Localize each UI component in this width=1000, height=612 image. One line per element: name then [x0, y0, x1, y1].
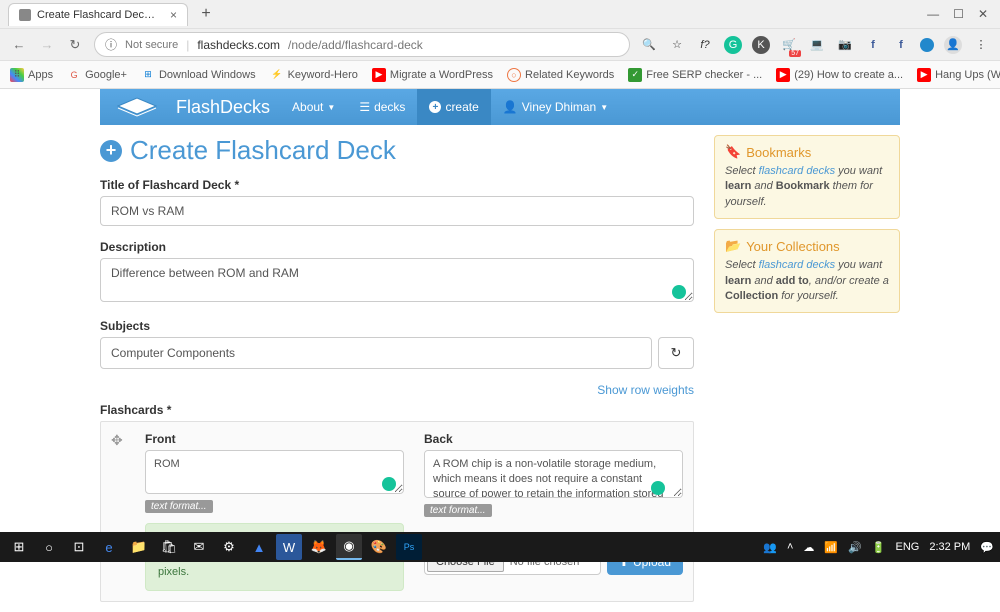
notifications-icon[interactable]: 💬: [980, 541, 994, 554]
row-weights-link[interactable]: Show row weights: [100, 383, 694, 397]
tray-up-icon[interactable]: ˄: [787, 541, 793, 553]
browser-tab[interactable]: Create Flashcard Deck | FlashDe... ×: [8, 3, 188, 26]
lang-indicator[interactable]: ENG: [895, 541, 919, 553]
desc-label: Description: [100, 240, 694, 254]
cortana-button[interactable]: ○: [36, 534, 62, 560]
volume-icon[interactable]: 🔊: [848, 541, 862, 554]
search-icon[interactable]: 🔍: [640, 36, 658, 54]
bookmark-related[interactable]: ○Related Keywords: [507, 68, 614, 82]
subjects-label: Subjects: [100, 319, 694, 333]
ext-camera-icon[interactable]: 📷: [836, 36, 854, 54]
new-tab-button[interactable]: +: [196, 5, 216, 23]
plus-circle-icon: +: [100, 140, 122, 162]
list-icon: ☰: [359, 100, 370, 114]
nav-create[interactable]: +create: [417, 89, 490, 125]
title-input[interactable]: [100, 196, 694, 226]
edge-icon[interactable]: e: [96, 534, 122, 560]
bookmarks-panel: 🔖Bookmarks Select flashcard decks you wa…: [714, 135, 900, 219]
start-button[interactable]: ⊞: [6, 534, 32, 560]
bookmark-windows[interactable]: ⊞Download Windows: [141, 68, 256, 82]
bookmark-howto[interactable]: ▶(29) How to create a...: [776, 68, 903, 82]
explorer-icon[interactable]: 📁: [126, 534, 152, 560]
title-label: Title of Flashcard Deck *: [100, 178, 694, 192]
user-icon: 👤: [503, 100, 518, 114]
close-window-button[interactable]: ✕: [978, 7, 988, 21]
back-text-format-button[interactable]: text format...: [424, 504, 492, 517]
ext-devices-icon[interactable]: 💻: [808, 36, 826, 54]
bookmark-google[interactable]: GGoogle+: [67, 68, 127, 82]
paint-icon[interactable]: 🎨: [366, 534, 392, 560]
maximize-button[interactable]: ☐: [953, 7, 964, 21]
grammarly-ext-icon[interactable]: G: [724, 36, 742, 54]
nav-decks[interactable]: ☰decks: [347, 89, 417, 125]
word-icon[interactable]: W: [276, 534, 302, 560]
back-button[interactable]: ←: [10, 36, 28, 54]
minimize-button[interactable]: —: [927, 7, 939, 21]
ext-cart-icon[interactable]: 🛒57: [780, 36, 798, 54]
ext-k-icon[interactable]: K: [752, 36, 770, 54]
task-view-button[interactable]: ⊡: [66, 534, 92, 560]
star-icon[interactable]: ☆: [668, 36, 686, 54]
refresh-subjects-button[interactable]: ↻: [658, 337, 694, 369]
back-textarea[interactable]: A ROM chip is a non-volatile storage med…: [424, 450, 683, 498]
page-title: Create Flashcard Deck: [130, 135, 396, 166]
brand[interactable]: FlashDecks: [174, 97, 280, 118]
ext-fb2-icon[interactable]: f: [892, 36, 910, 54]
front-textarea[interactable]: ROM: [145, 450, 404, 494]
people-icon[interactable]: 👥: [763, 541, 777, 554]
store-icon[interactable]: 🛍: [156, 534, 182, 560]
bookmark-apps[interactable]: ⠿Apps: [10, 68, 53, 82]
url-path: /node/add/flashcard-deck: [288, 38, 423, 52]
clock[interactable]: 2:32 PM: [929, 541, 970, 553]
drag-handle[interactable]: ✥: [111, 432, 125, 591]
ext-blue-icon[interactable]: [920, 38, 934, 52]
close-tab-icon[interactable]: ×: [170, 8, 177, 22]
flashcard-decks-link-2[interactable]: flashcard decks: [759, 259, 835, 271]
grammarly-icon[interactable]: [382, 477, 396, 491]
address-bar[interactable]: ⓘ Not secure | flashdecks.com/node/add/f…: [94, 32, 630, 57]
subjects-input[interactable]: [100, 337, 652, 369]
bookmark-icon: 🔖: [725, 144, 741, 160]
favicon: [19, 9, 31, 21]
avatar[interactable]: 👤: [944, 36, 962, 54]
chrome-icon[interactable]: ◉: [336, 534, 362, 560]
onedrive-icon[interactable]: ☁: [803, 541, 814, 554]
firefox-icon[interactable]: 🦊: [306, 534, 332, 560]
plus-icon: +: [429, 101, 441, 113]
front-text-format-button[interactable]: text format...: [145, 500, 213, 513]
back-label: Back: [424, 432, 683, 446]
collections-panel: 📂Your Collections Select flashcard decks…: [714, 229, 900, 313]
flashcard-decks-link[interactable]: flashcard decks: [759, 165, 835, 177]
front-label: Front: [145, 432, 404, 446]
menu-icon[interactable]: ⋮: [972, 36, 990, 54]
bookmark-serp[interactable]: ✓Free SERP checker - ...: [628, 68, 762, 82]
forward-button[interactable]: →: [38, 36, 56, 54]
bookmark-keyword[interactable]: ⚡Keyword-Hero: [270, 68, 358, 82]
site-logo[interactable]: [100, 94, 174, 121]
ext-fb-icon[interactable]: f: [864, 36, 882, 54]
bookmark-hangups[interactable]: ▶Hang Ups (Want You: [917, 68, 1000, 82]
battery-icon[interactable]: 🔋: [872, 541, 886, 554]
security-label: Not secure: [125, 39, 178, 51]
nav-about[interactable]: About ▼: [280, 89, 347, 125]
info-icon: ⓘ: [105, 36, 117, 53]
mail-icon[interactable]: ✉: [186, 534, 212, 560]
ads-icon[interactable]: ▲: [246, 534, 272, 560]
nav-user[interactable]: 👤Viney Dhiman ▼: [491, 89, 620, 125]
flashcards-label: Flashcards *: [100, 403, 694, 417]
photoshop-icon[interactable]: Ps: [396, 534, 422, 560]
desc-textarea[interactable]: Difference between ROM and RAM: [100, 258, 694, 302]
settings-icon[interactable]: ⚙: [216, 534, 242, 560]
ext-f-icon[interactable]: f?: [696, 36, 714, 54]
tab-title: Create Flashcard Deck | FlashDe...: [37, 9, 160, 21]
reload-button[interactable]: ↻: [66, 36, 84, 54]
url-host: flashdecks.com: [197, 38, 280, 52]
grammarly-icon[interactable]: [651, 481, 665, 495]
wifi-icon[interactable]: 📶: [824, 541, 838, 554]
grammarly-icon[interactable]: [672, 285, 686, 299]
folder-icon: 📂: [725, 238, 741, 254]
bookmark-wp[interactable]: ▶Migrate a WordPress: [372, 68, 493, 82]
